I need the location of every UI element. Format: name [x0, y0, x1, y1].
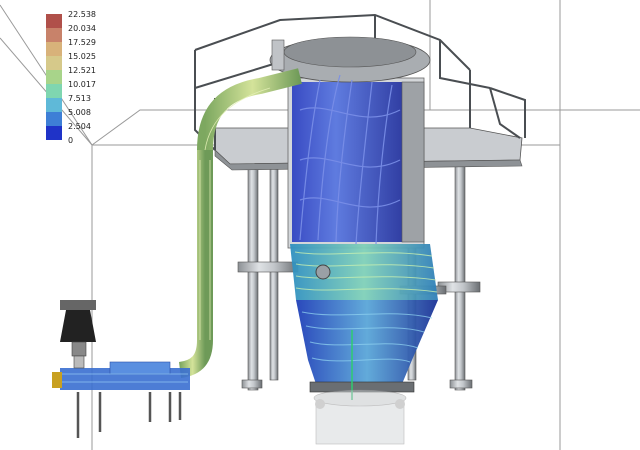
- inlet-fan-motor: [60, 300, 96, 369]
- legend-label: 10.017: [68, 80, 96, 89]
- legend-swatch: [46, 28, 62, 42]
- legend-label: 7.513: [68, 94, 91, 103]
- vessel-cone: [296, 300, 438, 400]
- legend-swatch: [46, 98, 62, 112]
- legend-swatch: [46, 70, 62, 84]
- vessel-upper: [269, 36, 431, 249]
- legend-swatch: [46, 14, 62, 28]
- legend-swatch: [46, 84, 62, 98]
- legend-label: 17.529: [68, 38, 96, 47]
- legend-swatch: [46, 112, 62, 126]
- simulation-viewport[interactable]: 22.538 20.034 17.529 15.025 12.521 10.01…: [0, 0, 640, 450]
- inlet-duct: [178, 68, 302, 378]
- legend-label: 20.034: [68, 24, 96, 33]
- legend-label: 15.025: [68, 52, 96, 61]
- legend-color-bar: [46, 14, 62, 140]
- legend-swatch: [46, 42, 62, 56]
- legend-label: 2.504: [68, 122, 91, 131]
- legend-label: 22.538: [68, 10, 96, 19]
- inlet-pipe: [52, 361, 190, 438]
- legend-label: 0: [68, 136, 74, 145]
- velocity-legend: 22.538 20.034 17.529 15.025 12.521 10.01…: [44, 10, 114, 146]
- legend-swatch: [46, 126, 62, 140]
- legend-label: 12.521: [68, 66, 96, 75]
- legend-label: 5.008: [68, 108, 91, 117]
- vessel-transition-band: [290, 244, 438, 300]
- legend-swatch: [46, 56, 62, 70]
- discharge-section: [313, 389, 407, 445]
